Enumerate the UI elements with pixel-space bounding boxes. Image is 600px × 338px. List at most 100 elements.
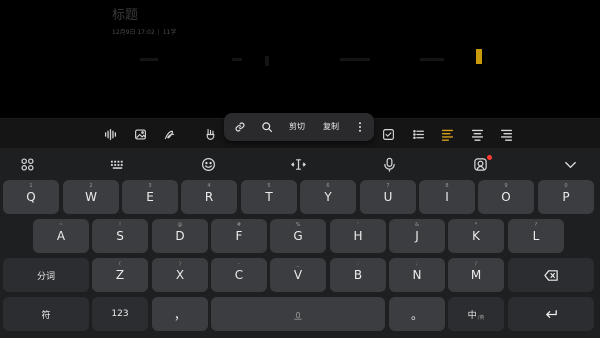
note-char-count: 11字 <box>162 29 177 36</box>
key-label: L <box>532 229 540 243</box>
key-label: H <box>353 229 363 243</box>
key-label: V <box>293 268 303 282</box>
key-x[interactable]: ) X <box>152 258 208 292</box>
key-m[interactable]: / M <box>448 258 504 292</box>
key-label: P <box>562 190 570 204</box>
key-t[interactable]: 5T <box>241 180 297 214</box>
key-label: I <box>445 190 449 204</box>
key-sub-label: - <box>238 261 240 267</box>
key-sub-label: 1 <box>29 183 33 189</box>
key-q[interactable]: 1Q <box>3 180 59 214</box>
key-f[interactable]: # F <box>211 219 267 253</box>
key-n[interactable]: ; N <box>389 258 445 292</box>
key-h[interactable]: ' H <box>330 219 386 253</box>
key-o[interactable]: 9O <box>478 180 534 214</box>
key-sub-label: ~ <box>58 222 64 228</box>
language-switch-key[interactable]: 中/英 <box>448 297 504 331</box>
key-z[interactable]: (Z <box>92 258 148 292</box>
key-sub-label: ! <box>118 222 121 228</box>
handwriting-icon[interactable] <box>159 124 179 144</box>
selection-popup: 剪切 复制 <box>224 113 374 141</box>
key-sub-label: 8 <box>445 183 449 189</box>
symbols-key[interactable]: 符 <box>3 297 89 331</box>
key-a[interactable]: ~ A <box>33 219 89 253</box>
period-key[interactable]: 。 <box>389 297 445 331</box>
chevron-down-icon[interactable] <box>560 155 580 173</box>
microphone-small-icon <box>294 312 302 320</box>
key-b[interactable]: :B <box>330 258 386 292</box>
key-y[interactable]: 6Y <box>300 180 356 214</box>
key-c[interactable]: -C <box>211 258 267 292</box>
copy-button[interactable]: 复制 <box>323 121 339 132</box>
faint-text-line <box>232 58 242 61</box>
key-label: 符 <box>41 310 51 321</box>
key-d[interactable]: @ D <box>152 219 208 253</box>
more-vertical-icon[interactable] <box>352 119 368 135</box>
microphone-icon[interactable] <box>379 155 399 173</box>
key-s[interactable]: ! S <box>92 219 148 253</box>
key-sub-label: & <box>415 222 419 228</box>
key-sub-label: 9 <box>504 183 508 189</box>
key-label: 123 <box>111 309 129 319</box>
search-icon[interactable] <box>259 119 275 135</box>
cut-button[interactable]: 剪切 <box>289 121 305 132</box>
key-j[interactable]: & J <box>389 219 445 253</box>
faint-text-line <box>420 58 444 61</box>
cursor-move-icon[interactable] <box>288 155 308 173</box>
link-icon[interactable] <box>232 119 248 135</box>
key-v[interactable]: _ V <box>270 258 326 292</box>
note-meta: 12月9日 17:02 | 11字 <box>112 27 176 36</box>
key-label: G <box>293 229 303 243</box>
key-sub-label: 6 <box>326 183 330 189</box>
key-label: ， <box>173 307 186 322</box>
keyboard-layout-icon[interactable] <box>107 155 127 173</box>
key-sub-label: : <box>357 261 359 267</box>
key-label: 。 <box>410 307 423 322</box>
key-sub-label: ( <box>119 261 121 267</box>
comma-key[interactable]: ， <box>152 297 208 331</box>
align-left-icon[interactable] <box>437 124 457 144</box>
notification-dot <box>487 155 492 160</box>
note-title[interactable]: 标题 <box>112 4 138 23</box>
note-editor[interactable]: 标题 12月9日 17:02 | 11字 <box>0 0 600 118</box>
key-label: 分词 <box>36 271 55 282</box>
key-e[interactable]: 3E <box>122 180 178 214</box>
key-i[interactable]: 8I <box>419 180 475 214</box>
key-label: N <box>412 268 422 282</box>
key-p[interactable]: 0P <box>538 180 594 214</box>
align-right-icon[interactable] <box>496 124 516 144</box>
faint-text-line <box>340 58 370 61</box>
key-sub-label: ; <box>416 261 418 267</box>
key-label: X <box>175 268 185 282</box>
key-label: K <box>472 229 480 243</box>
key-l[interactable]: ? L <box>508 219 564 253</box>
key-label: S <box>116 229 124 243</box>
key-label: Z <box>115 268 125 282</box>
enter-key[interactable] <box>508 297 594 331</box>
brush-icon[interactable] <box>200 124 220 144</box>
space-key[interactable] <box>211 297 385 331</box>
key-k[interactable]: * K <box>448 219 504 253</box>
key-label: D <box>175 229 185 243</box>
key-w[interactable]: 2W <box>63 180 119 214</box>
numbers-key[interactable]: 123 <box>92 297 148 331</box>
key-r[interactable]: 4R <box>181 180 237 214</box>
key-label: M <box>470 268 482 282</box>
apps-grid-icon[interactable] <box>17 155 37 173</box>
faint-text-line <box>265 56 269 66</box>
image-icon[interactable] <box>130 124 150 144</box>
backspace-key[interactable] <box>508 258 594 292</box>
key-sub-label: 5 <box>267 183 271 189</box>
meta-separator: | <box>157 29 160 36</box>
key-g[interactable]: % G <box>270 219 326 253</box>
align-center-icon[interactable] <box>467 124 487 144</box>
key-sub-label: % <box>295 222 301 228</box>
checkbox-icon[interactable] <box>378 124 398 144</box>
bullet-list-icon[interactable] <box>408 124 428 144</box>
audio-wave-icon[interactable] <box>100 124 120 144</box>
segment-key[interactable]: 分词 <box>3 258 89 292</box>
emoji-icon[interactable] <box>198 155 218 173</box>
key-sub-label: # <box>236 222 242 228</box>
key-label: B <box>353 268 363 282</box>
key-u[interactable]: 7U <box>360 180 416 214</box>
